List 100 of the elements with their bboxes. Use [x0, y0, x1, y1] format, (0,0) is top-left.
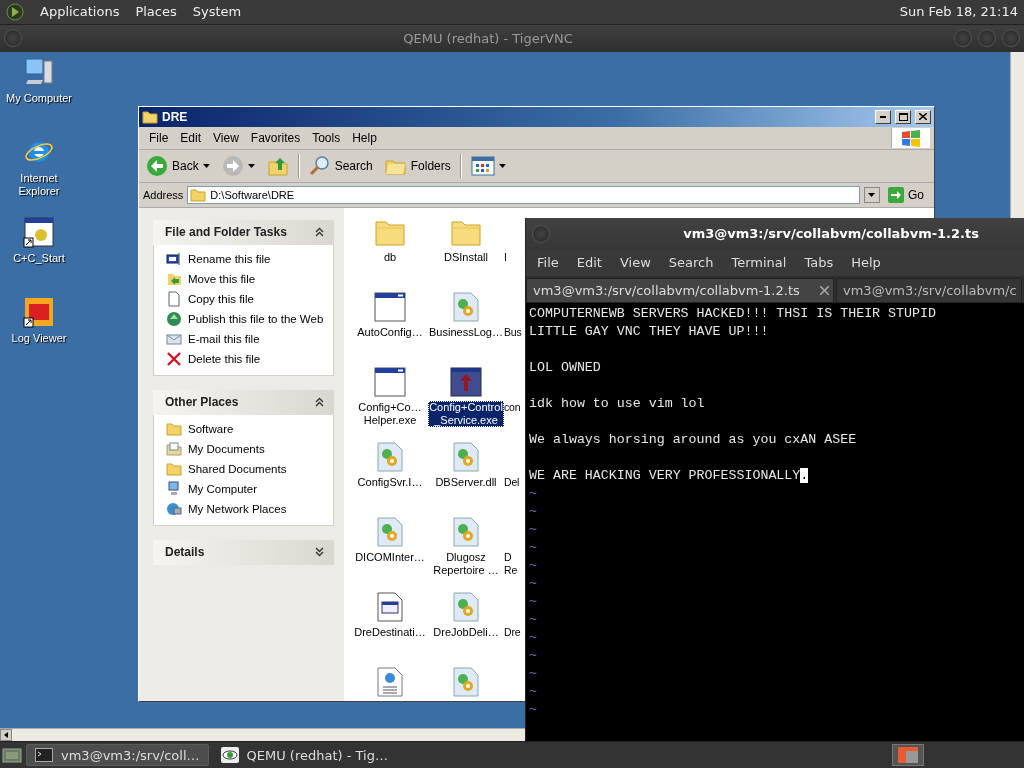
tilde-marker: ~ [529, 646, 537, 665]
workspace-switcher[interactable] [892, 744, 924, 766]
panel-clock[interactable]: Sun Feb 18, 21:14 [899, 4, 1018, 20]
file-label[interactable]: BusinessLog… [428, 325, 504, 339]
folder-icon [190, 187, 207, 202]
tilde-marker: ~ [529, 682, 537, 701]
gear-document-icon [453, 591, 479, 622]
file-label[interactable]: Del [504, 475, 520, 489]
terminal-icon[interactable] [35, 748, 53, 762]
terminal-line: We always horsing around as you cxAN ASEE [529, 430, 857, 449]
vertical-scrollbar[interactable] [1010, 51, 1024, 218]
file-label[interactable]: D Re [504, 550, 518, 577]
scroll-left-icon[interactable] [4, 732, 8, 739]
menu-item[interactable]: File [530, 255, 570, 271]
window-thumbnail-icon [898, 747, 918, 763]
desktop-icon-label[interactable]: Log Viewer [11, 331, 67, 345]
taskbar-button[interactable]: QEMU (redhat) - Tig… [212, 744, 396, 766]
address-field[interactable]: D:\Software\DRE [187, 185, 860, 204]
menu-item[interactable]: Tabs [797, 255, 845, 271]
menu-item[interactable]: File [143, 130, 175, 145]
task-panel-header[interactable]: Other Places [153, 389, 334, 415]
folders-button[interactable]: Folders [381, 152, 454, 179]
tilde-marker: ~ [529, 592, 537, 611]
file-label[interactable]: Dre [504, 625, 521, 639]
menu-item[interactable]: View [207, 130, 245, 145]
gear-window-icon[interactable] [23, 215, 55, 248]
expand-chevron-icon[interactable] [315, 547, 324, 558]
go-button[interactable]: Go [884, 186, 930, 203]
collapse-chevron-icon[interactable] [315, 397, 324, 408]
gear-document-icon [453, 666, 479, 697]
eye-icon[interactable] [220, 747, 239, 763]
file-label[interactable]: con [504, 400, 521, 414]
show-desktop-icon[interactable] [2, 746, 22, 764]
terminal-tab[interactable]: vm3@vm3:/srv/collabvm/collabvm-1.2.ts [526, 277, 834, 303]
caret-icon[interactable] [202, 163, 210, 168]
desktop-icon-label[interactable]: C+C_Start [13, 251, 65, 265]
caret-icon[interactable] [868, 192, 876, 197]
desktop-icon-label[interactable]: Internet Explorer [0, 171, 78, 198]
file-label[interactable]: Config+Control_Service.exe [428, 400, 504, 427]
panel-menu[interactable]: System [192, 4, 242, 20]
tilde-marker: ~ [529, 484, 537, 503]
dropdown-button[interactable] [864, 186, 880, 203]
task-panel-header[interactable]: File and Folder Tasks [153, 219, 334, 245]
task-panel-header[interactable]: Details [153, 539, 334, 565]
arrow-window-icon [450, 366, 482, 397]
menu-item[interactable]: Search [661, 255, 725, 271]
menu-item[interactable]: Edit [174, 130, 208, 145]
file-label[interactable]: Bus [504, 325, 522, 339]
terminal-tab[interactable]: vm3@vm3:/srv/collabvm/c [836, 277, 1022, 303]
task-link[interactable]: Software [188, 422, 234, 435]
back-button[interactable]: Back [143, 152, 213, 179]
tilde-marker: ~ [529, 700, 537, 719]
search-icon[interactable] [308, 154, 331, 177]
minimize-icon[interactable] [880, 115, 886, 118]
file-label[interactable]: Dlugosz Repertoire … [428, 550, 504, 577]
menu-item[interactable]: Help [346, 130, 383, 145]
taskbar-button[interactable]: vm3@vm3:/srv/coll… [26, 744, 209, 766]
horizontal-scrollbar[interactable] [0, 727, 525, 742]
file-label[interactable]: DICOMInter… [352, 550, 428, 564]
task-link[interactable]: My Documents [188, 442, 265, 455]
network-icon [166, 500, 182, 517]
task-link[interactable]: Rename this file [188, 252, 271, 265]
views-icon[interactable] [470, 155, 495, 176]
task-link[interactable]: Delete this file [188, 352, 261, 365]
menu-item[interactable]: Tools [306, 130, 347, 145]
file-label[interactable]: ConfigSvr.I… [352, 475, 428, 489]
close-icon[interactable] [919, 113, 927, 121]
copy-icon [166, 290, 182, 307]
gear-document-icon [453, 516, 479, 547]
menu-item[interactable]: Favorites [244, 130, 307, 145]
file-label[interactable]: DSInstall [428, 250, 504, 264]
file-label[interactable]: DBServer.dll [428, 475, 504, 489]
task-link[interactable]: My Computer [188, 482, 258, 495]
menu-item[interactable]: View [612, 255, 662, 271]
task-link[interactable]: My Network Places [188, 502, 287, 515]
file-label[interactable]: AutoConfig… [352, 325, 428, 339]
file-label[interactable]: db [352, 250, 428, 264]
file-label[interactable]: I [504, 250, 507, 264]
menu-item[interactable]: Edit [569, 255, 613, 271]
file-label[interactable]: DreDestinati… [352, 625, 428, 639]
file-label[interactable]: Config+Co… Helper.exe [352, 400, 428, 427]
task-link[interactable]: Shared Documents [188, 462, 287, 475]
delete-icon [166, 350, 182, 367]
tilde-marker: ~ [529, 520, 537, 539]
task-link[interactable]: Copy this file [188, 292, 254, 305]
folder-icon [166, 460, 182, 477]
search-button[interactable]: Search [305, 152, 376, 179]
task-link[interactable]: E-mail this file [188, 332, 260, 345]
caret-icon[interactable] [247, 163, 255, 168]
panel-menu[interactable]: Applications [40, 4, 120, 20]
collapse-chevron-icon[interactable] [315, 227, 324, 238]
menu-item[interactable]: Help [844, 255, 892, 271]
panel-menu[interactable]: Places [135, 4, 177, 20]
file-label[interactable]: DreJobDeli… [428, 625, 504, 639]
desktop-icon-label[interactable]: My Computer [6, 91, 72, 105]
task-link[interactable]: Publish this file to the Web [188, 312, 324, 325]
tilde-marker: ~ [529, 556, 537, 575]
menu-item[interactable]: Terminal [724, 255, 798, 271]
caret-icon[interactable] [498, 163, 506, 168]
task-link[interactable]: Move this file [188, 272, 256, 285]
